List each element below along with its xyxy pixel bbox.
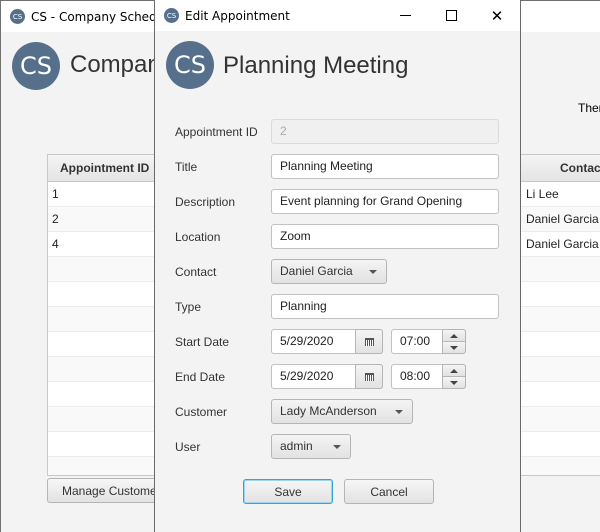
- save-button[interactable]: Save: [243, 479, 333, 504]
- minimize-button[interactable]: [382, 0, 428, 31]
- end-time-spinner[interactable]: 08:00: [391, 364, 466, 389]
- calendar-icon: [364, 337, 374, 346]
- type-input[interactable]: Planning: [271, 294, 499, 319]
- user-dropdown[interactable]: admin: [271, 434, 351, 459]
- start-time-value: 07:00: [400, 334, 431, 348]
- cell-appointment-id: 1: [52, 187, 59, 201]
- start-date-picker[interactable]: 5/29/2020: [271, 329, 383, 354]
- start-date-value: 5/29/2020: [280, 334, 334, 348]
- label-user: User: [175, 440, 201, 454]
- end-date-calendar-button[interactable]: [355, 364, 383, 389]
- label-location: Location: [175, 230, 221, 244]
- label-type: Type: [175, 300, 202, 314]
- arrow-down-icon: [450, 380, 458, 385]
- label-description: Description: [175, 195, 236, 209]
- column-header-contact[interactable]: Contact: [560, 155, 600, 181]
- cell-contact: Li Lee: [526, 187, 559, 201]
- end-time-decrement[interactable]: [442, 376, 466, 389]
- dialog-titlebar: CS Edit Appointment ✕: [155, 0, 520, 31]
- label-appointment-id: Appointment ID: [175, 125, 258, 139]
- start-time-spinner[interactable]: 07:00: [391, 329, 466, 354]
- label-title: Title: [175, 160, 198, 174]
- cell-contact: Daniel Garcia: [526, 237, 599, 251]
- dialog-title: Edit Appointment: [185, 8, 290, 23]
- location-input[interactable]: Zoom: [271, 224, 499, 249]
- label-start-date: Start Date: [175, 335, 230, 349]
- end-date-picker[interactable]: 5/29/2020: [271, 364, 383, 389]
- maximize-icon: [445, 10, 457, 21]
- end-time-value: 08:00: [400, 369, 431, 383]
- arrow-up-icon: [450, 333, 458, 338]
- close-icon: ✕: [490, 6, 504, 25]
- label-customer: Customer: [175, 405, 228, 419]
- arrow-down-icon: [450, 345, 458, 350]
- close-button[interactable]: ✕: [474, 0, 520, 31]
- minimize-icon: [399, 15, 411, 16]
- calendar-icon: [364, 372, 374, 381]
- customer-dropdown[interactable]: Lady McAnderson: [271, 399, 413, 424]
- dialog-app-icon: CS: [164, 8, 179, 23]
- title-input[interactable]: Planning Meeting: [271, 154, 499, 179]
- label-contact: Contact: [175, 265, 217, 279]
- cell-appointment-id: 2: [52, 212, 59, 226]
- end-date-value: 5/29/2020: [280, 369, 334, 383]
- start-date-calendar-button[interactable]: [355, 329, 383, 354]
- dialog-logo: CS: [166, 41, 214, 89]
- start-time-decrement[interactable]: [442, 341, 466, 354]
- contact-dropdown[interactable]: Daniel Garcia: [271, 259, 387, 284]
- edit-appointment-dialog: CS Edit Appointment ✕ CS Planning Meetin…: [154, 0, 521, 532]
- arrow-up-icon: [450, 368, 458, 373]
- maximize-button[interactable]: [428, 0, 474, 31]
- description-input[interactable]: Event planning for Grand Opening: [271, 189, 499, 214]
- dialog-heading: Planning Meeting: [223, 52, 409, 79]
- cell-contact: Daniel Garcia: [526, 212, 599, 226]
- chevron-down-icon: [369, 270, 377, 274]
- customer-selected-value: Lady McAnderson: [280, 404, 377, 418]
- cancel-button[interactable]: Cancel: [344, 479, 434, 504]
- chevron-down-icon: [395, 410, 403, 414]
- status-text: Ther: [578, 101, 600, 115]
- contact-selected-value: Daniel Garcia: [280, 264, 353, 278]
- user-selected-value: admin: [280, 439, 313, 453]
- main-logo: CS: [12, 42, 60, 90]
- chevron-down-icon: [333, 445, 341, 449]
- label-end-date: End Date: [175, 370, 226, 384]
- cell-appointment-id: 4: [52, 237, 59, 251]
- column-header-appointment-id[interactable]: Appointment ID: [60, 155, 149, 181]
- appointment-id-field: 2: [271, 119, 499, 144]
- app-icon: CS: [10, 9, 25, 24]
